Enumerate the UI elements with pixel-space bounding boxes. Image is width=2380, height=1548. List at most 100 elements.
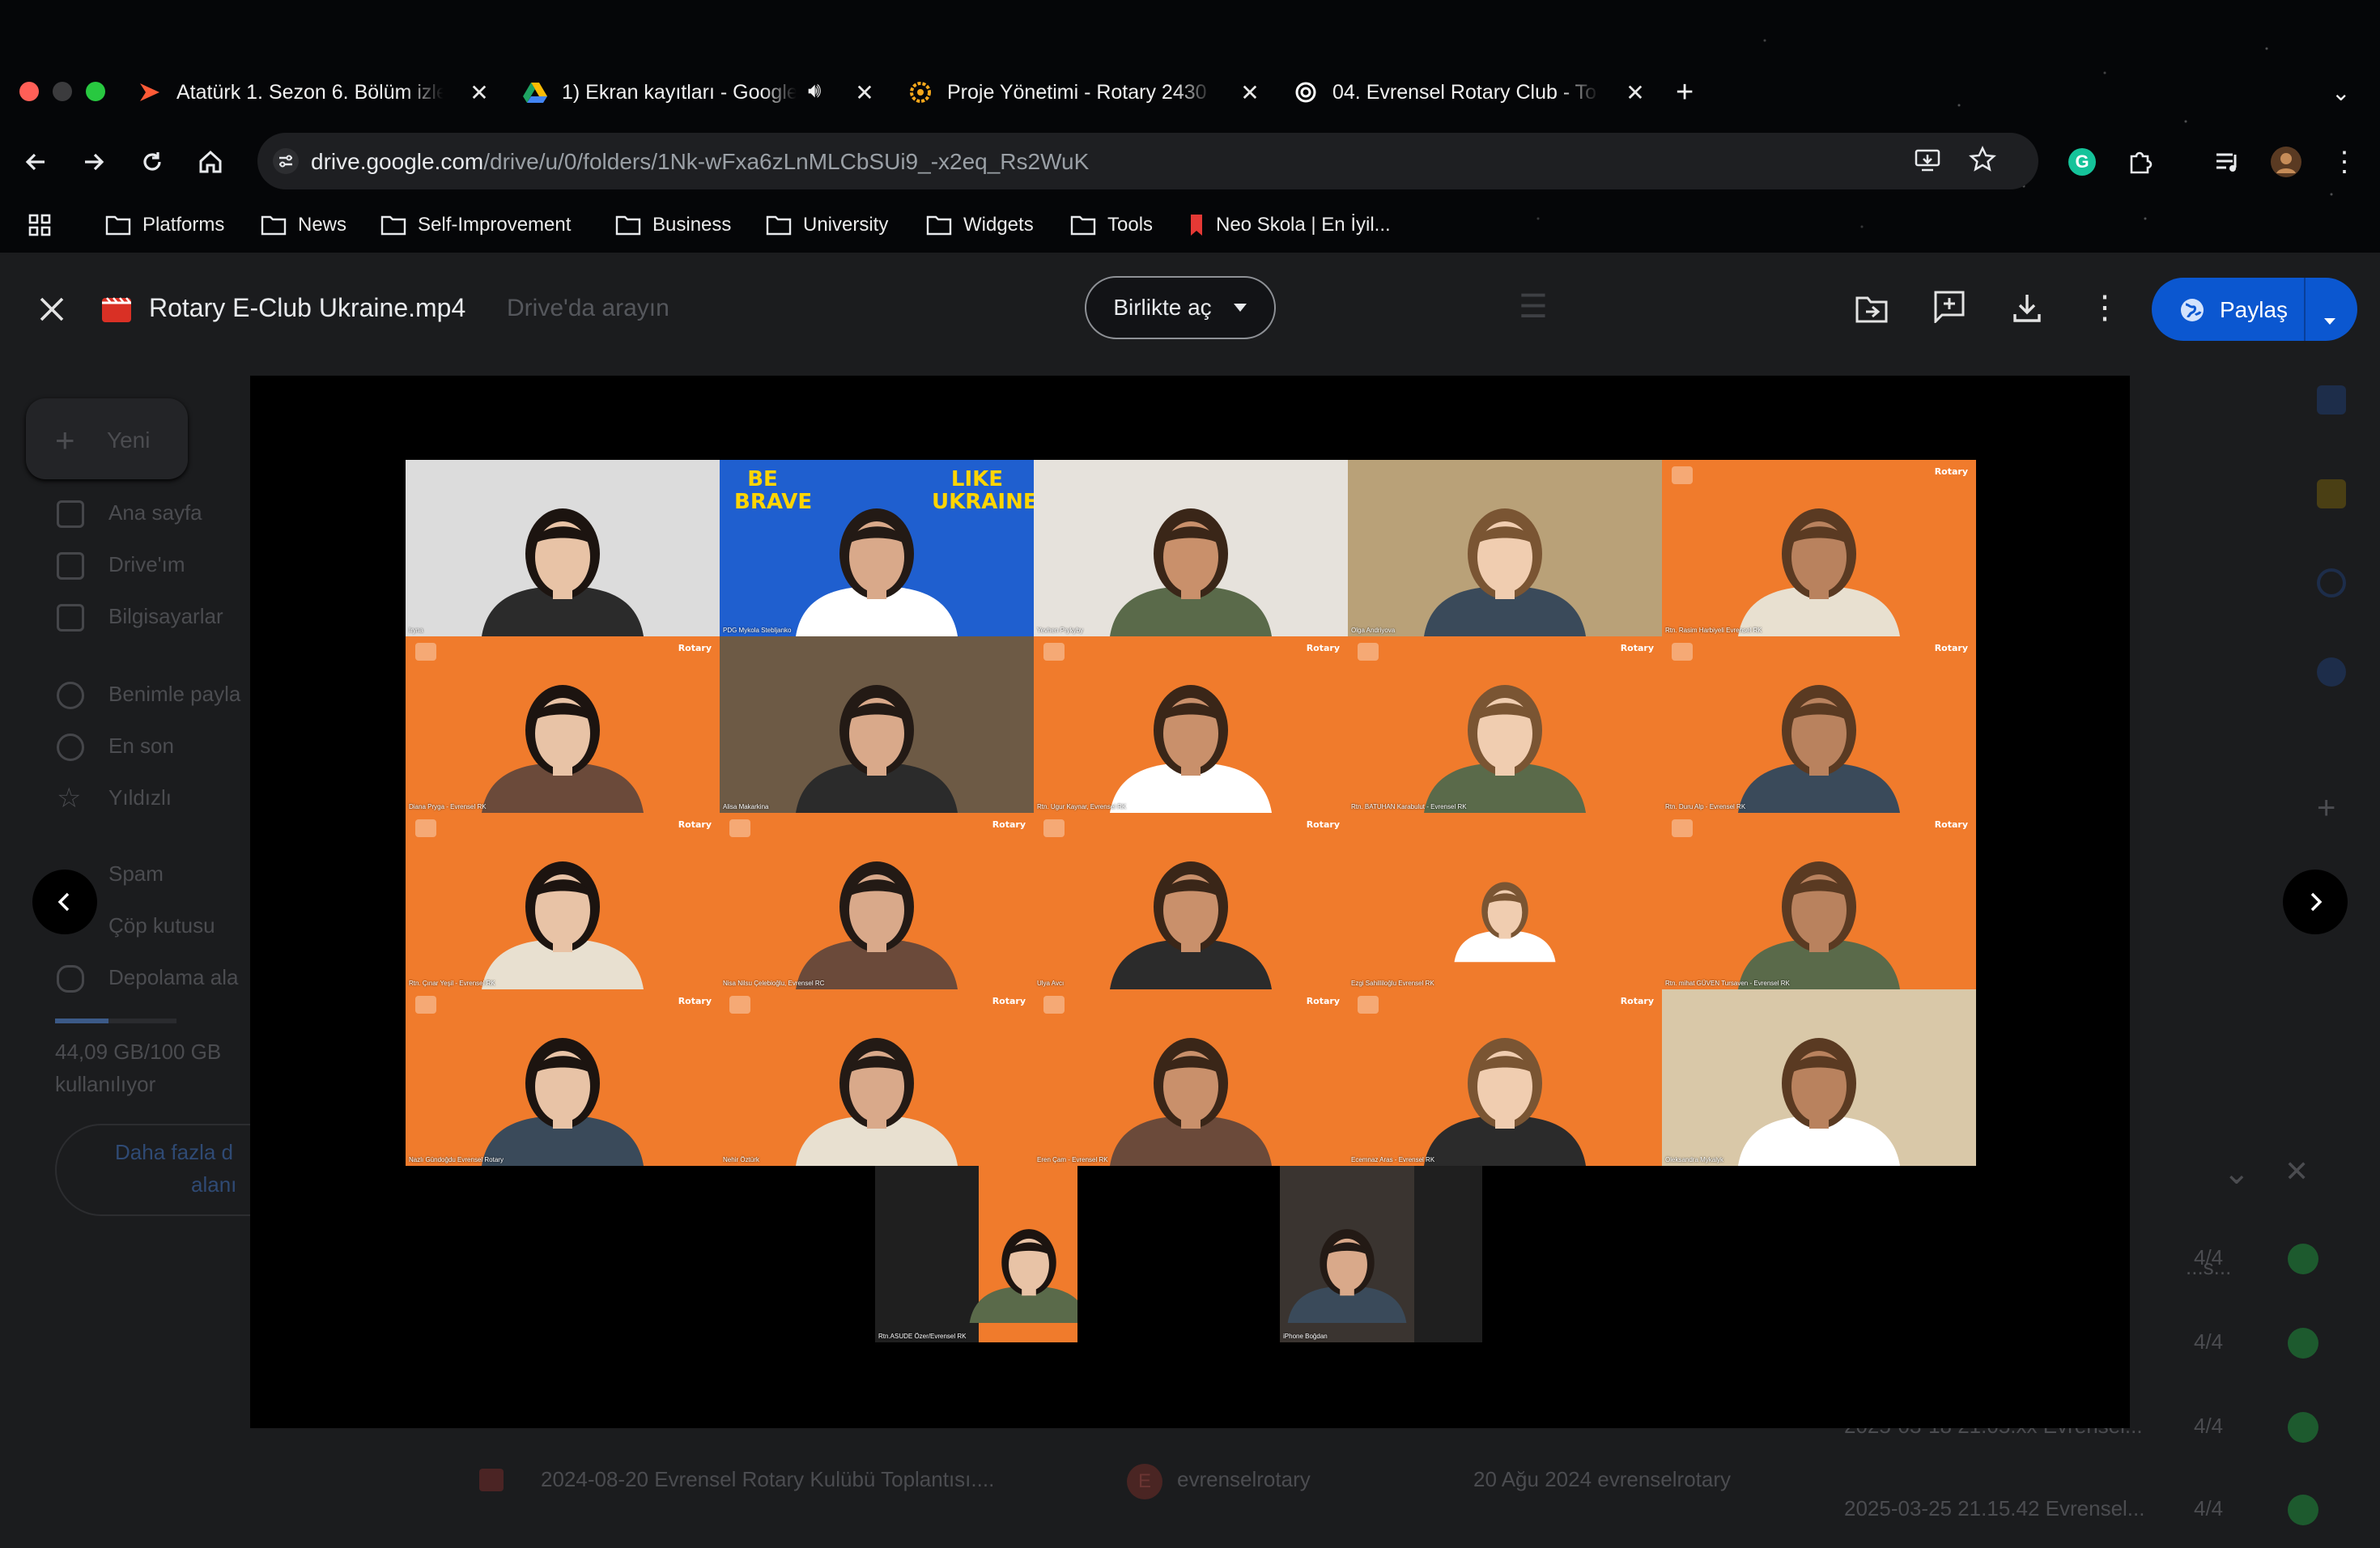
participant-tile: Olga Andriyova [1348, 460, 1662, 636]
star-icon: ☆ [57, 783, 82, 814]
close-tab-icon[interactable]: ✕ [1235, 78, 1264, 107]
extensions-puzzle-icon[interactable] [2121, 142, 2160, 181]
next-file-button[interactable] [2283, 870, 2348, 934]
minimize-window-button[interactable] [53, 82, 72, 101]
keep-icon [2317, 479, 2346, 508]
add-comment-icon[interactable] [1928, 285, 1970, 327]
previous-file-button[interactable] [32, 870, 97, 934]
participant-avatar [1738, 1038, 1900, 1166]
add-addon-icon: + [2317, 790, 2336, 826]
participant-name: Ulya Avcı [1037, 980, 1065, 987]
tab-drive[interactable]: 1) Ekran kayıtları - Google 🔊︎ ✕ [523, 68, 879, 117]
profile-avatar[interactable] [2267, 142, 2306, 181]
browser-menu-icon[interactable]: ⋮ [2325, 142, 2364, 181]
tab-ataturk[interactable]: Atatürk 1. Sezon 6. Bölüm izle ✕ [138, 68, 494, 117]
globe-icon [2179, 297, 2205, 329]
bookmark-folder-self-improvement[interactable]: Self-Improvement [380, 211, 571, 240]
back-button[interactable] [16, 142, 55, 181]
bookmark-folder-business[interactable]: Business [615, 211, 731, 240]
participant-avatar [1738, 861, 1900, 989]
participant-avatar [1424, 1038, 1586, 1166]
move-to-folder-icon[interactable] [1851, 288, 1893, 330]
share-button[interactable]: Paylaş [2152, 278, 2357, 341]
reload-button[interactable] [133, 142, 172, 181]
search-options-icon: ☰ [1519, 289, 1548, 325]
storage-text: 44,09 GB/100 GB [55, 1040, 222, 1064]
tab-list-chevron-icon[interactable]: ⌄ [2331, 68, 2350, 117]
close-viewer-button[interactable] [29, 287, 74, 332]
participant-name: Eren Çam - Evrensel RK [1037, 1156, 1108, 1163]
participant-name: Nehir Öztürk [723, 1156, 759, 1163]
nav-shared: Benimle payla [108, 682, 241, 706]
done-check-icon [2288, 1412, 2318, 1443]
close-uploads-icon: ✕ [2284, 1155, 2310, 1188]
nav-starred: Yıldızlı [108, 785, 172, 810]
home-icon [57, 500, 84, 528]
participant-tile: Rotary Diana Pryga - Evrensel RK [406, 636, 720, 813]
download-icon[interactable] [2006, 287, 2048, 329]
rotary-logo: Rotary [1934, 643, 1968, 653]
rotary-logo: Rotary [1620, 996, 1654, 1006]
participant-avatar [796, 508, 958, 636]
participant-tile: Yevhen Prykyby [1034, 460, 1348, 636]
tab-label: Atatürk 1. Sezon 6. Bölüm izle [176, 80, 444, 104]
participant-avatar [1110, 685, 1272, 813]
url-path: /drive/u/0/folders/1Nk-wFxa6zLnMLCbSUi9_… [483, 149, 1090, 174]
bookmark-folder-platforms[interactable]: Platforms [105, 211, 224, 240]
nav-home: Ana sayfa [108, 500, 202, 525]
bookmark-star-icon[interactable] [1969, 146, 1996, 177]
participant-avatar [796, 685, 958, 813]
open-with-button[interactable]: Birlikte aç [1085, 276, 1276, 339]
close-tab-icon[interactable]: ✕ [1621, 78, 1650, 107]
share-divider [2304, 278, 2306, 341]
participant-tile: Iryna [406, 460, 720, 636]
shared-icon [57, 682, 84, 709]
grammarly-extension-icon[interactable]: G [2063, 142, 2102, 181]
participant-name: Rtn.ASUDE Özer/Evrensel RK [878, 1333, 967, 1340]
close-tab-icon[interactable]: ✕ [850, 78, 879, 107]
rotaract-logo-icon [1043, 819, 1065, 837]
rotaract-logo-icon [415, 996, 436, 1014]
tab-proje[interactable]: Proje Yönetimi - Rotary 2430 ✕ [908, 68, 1264, 117]
share-dropdown-icon[interactable] [2323, 305, 2336, 331]
svg-text:G: G [2075, 151, 2089, 172]
share-label: Paylaş [2220, 297, 2289, 322]
participant-avatar [969, 1229, 1077, 1323]
address-bar[interactable]: drive.google.com/drive/u/0/folders/1Nk-w… [257, 133, 2038, 189]
rotaract-logo-icon [1043, 643, 1065, 661]
open-with-label: Birlikte aç [1113, 295, 1212, 320]
rotaract-logo-icon [1672, 643, 1693, 661]
new-tab-button[interactable]: + [1676, 68, 1694, 117]
nav-spam: Spam [108, 861, 164, 886]
bookmark-folder-news[interactable]: News [261, 211, 346, 240]
participant-tile: Rotary Nehir Öztürk [720, 989, 1034, 1166]
browser-chrome: Atatürk 1. Sezon 6. Bölüm izle ✕ 1) Ekra… [0, 0, 2380, 253]
home-button[interactable] [191, 142, 230, 181]
folder-icon [926, 215, 952, 236]
forward-button[interactable] [74, 142, 113, 181]
tab-chatgpt[interactable]: 04. Evrensel Rotary Club - To ✕ [1294, 68, 1650, 117]
close-window-button[interactable] [19, 82, 39, 101]
install-app-icon[interactable] [1914, 147, 1941, 177]
computers-icon [57, 604, 84, 632]
site-settings-icon[interactable] [272, 147, 300, 179]
apps-grid-icon[interactable] [28, 211, 63, 240]
more-actions-icon[interactable]: ⋮ [2084, 287, 2126, 329]
folder-icon [105, 215, 131, 236]
media-queue-icon[interactable] [2208, 142, 2247, 181]
participant-name: Rtn. mihat GÜVEN Tursaven - Evrensel RK [1665, 980, 1790, 987]
bookmark-neo-skola[interactable]: Neo Skola | En İyil... [1188, 211, 1391, 240]
nav-computers: Bilgisayarlar [108, 604, 223, 628]
file-row-name: 2024-08-20 Evrensel Rotary Kulübü Toplan… [541, 1467, 995, 1491]
upload-count: 4/4 [2194, 1245, 2224, 1269]
bookmark-folder-widgets[interactable]: Widgets [926, 211, 1034, 240]
speaker-icon[interactable]: 🔊︎ [808, 78, 821, 104]
nav-recent: En son [108, 734, 174, 758]
participant-name: Alisa Makarkina [723, 803, 769, 810]
close-tab-icon[interactable]: ✕ [465, 78, 494, 107]
bookmark-flag-icon [1191, 215, 1202, 236]
bookmark-folder-university[interactable]: University [766, 211, 888, 240]
bookmark-folder-tools[interactable]: Tools [1070, 211, 1153, 240]
maximize-window-button[interactable] [86, 82, 105, 101]
collapse-uploads-icon: ⌄ [2223, 1155, 2250, 1191]
